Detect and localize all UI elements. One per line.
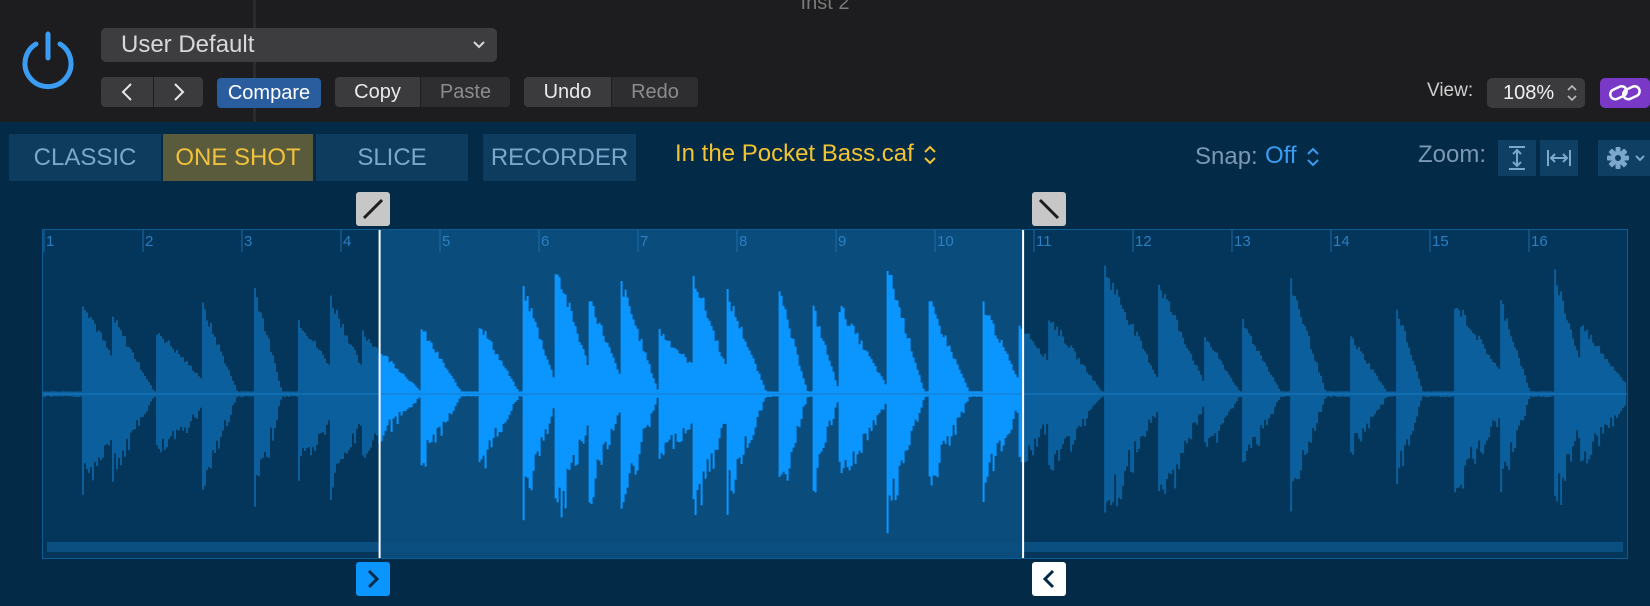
zoom-label: Zoom:: [1418, 141, 1487, 168]
mode-tab-classic[interactable]: CLASSIC: [9, 134, 161, 181]
link-button[interactable]: [1600, 78, 1650, 108]
waveform-scrollbar[interactable]: [47, 542, 1623, 552]
waveform-outside-right: [1022, 265, 1627, 513]
preset-label: User Default: [121, 31, 255, 58]
undo-button[interactable]: Undo: [524, 77, 611, 107]
mode-tab-one-shot[interactable]: ONE SHOT: [163, 134, 313, 181]
bar-marker: 16: [1531, 233, 1548, 250]
snap-value: Off: [1265, 142, 1297, 169]
zoom-vertical-icon: [1509, 146, 1525, 170]
bar-marker: 10: [937, 233, 954, 250]
redo-button[interactable]: Redo: [612, 77, 698, 107]
bar-marker: 12: [1135, 233, 1152, 250]
bar-marker: 11: [1036, 233, 1052, 250]
bar-marker: 6: [541, 233, 549, 250]
bar-marker: 15: [1432, 233, 1449, 250]
link-icon: [1609, 85, 1641, 101]
start-marker-handle[interactable]: [356, 562, 390, 596]
bar-marker: 2: [145, 233, 153, 250]
updown-icon: [1307, 147, 1319, 167]
fade-in-handle[interactable]: [356, 192, 390, 226]
file-name: In the Pocket Bass.caf: [675, 140, 914, 167]
chevron-right-icon: [173, 83, 184, 101]
view-zoom-stepper[interactable]: 108%: [1487, 78, 1585, 108]
power-icon[interactable]: [20, 28, 76, 92]
settings-button[interactable]: [1598, 140, 1650, 176]
end-marker-handle[interactable]: [1032, 562, 1066, 596]
zoom-horizontal-icon: [1547, 150, 1571, 166]
plugin-header: Inst 2 User Default Compare Copy Paste U…: [0, 0, 1650, 122]
waveform-canvas: 1 2 3 4 5 6 7 8 9 10 11 12 13 14 15 16: [43, 230, 1627, 558]
gear-icon: [1607, 147, 1645, 169]
paste-button[interactable]: Paste: [421, 77, 510, 107]
snap-label: Snap:: [1195, 143, 1258, 170]
fade-out-handle[interactable]: [1032, 192, 1066, 226]
snap-dropdown[interactable]: Off: [1265, 142, 1319, 170]
compare-button[interactable]: Compare: [217, 78, 321, 108]
waveform-display[interactable]: 1 2 3 4 5 6 7 8 9 10 11 12 13 14 15 16: [42, 229, 1628, 559]
bar-marker: 8: [739, 233, 747, 250]
bar-marker: 9: [838, 233, 846, 250]
chevron-left-icon: [121, 83, 132, 101]
previous-preset-button[interactable]: [101, 77, 153, 107]
mode-tab-slice[interactable]: SLICE: [316, 134, 468, 181]
window-title: Inst 2: [800, 0, 850, 14]
bar-marker: 1: [46, 233, 54, 250]
bar-marker: 3: [244, 233, 252, 250]
chevron-down-icon: [473, 41, 485, 49]
bar-marker: 13: [1234, 233, 1251, 250]
zoom-vertical-button[interactable]: [1498, 140, 1536, 176]
bar-marker: 4: [343, 233, 351, 250]
waveform-outside-left: [43, 288, 380, 507]
bar-marker: 7: [640, 233, 648, 250]
updown-icon: [924, 145, 937, 165]
recorder-button[interactable]: RECORDER: [483, 134, 636, 181]
view-zoom-value: 108%: [1503, 82, 1555, 104]
updown-icon: [1567, 84, 1577, 102]
zoom-horizontal-button[interactable]: [1540, 140, 1578, 176]
file-selector[interactable]: In the Pocket Bass.caf: [675, 140, 937, 168]
copy-button[interactable]: Copy: [335, 77, 420, 107]
bar-marker: 5: [442, 233, 450, 250]
bar-marker: 14: [1333, 233, 1350, 250]
next-preset-button[interactable]: [154, 77, 203, 107]
view-label: View:: [1427, 80, 1474, 101]
preset-dropdown[interactable]: User Default: [101, 28, 497, 62]
